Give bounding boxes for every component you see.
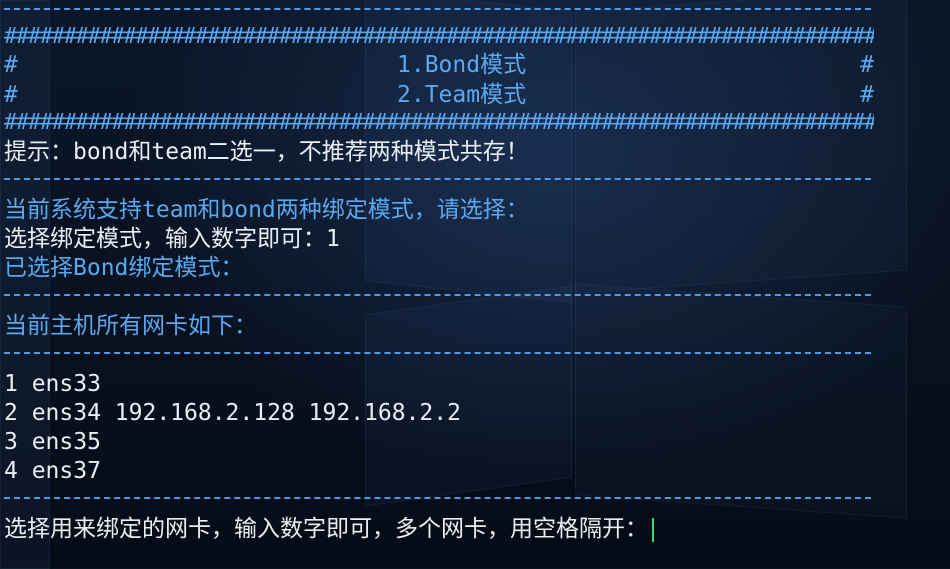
separator-line: [4, 497, 871, 499]
separator-line: [4, 294, 871, 296]
nic-list-item: 1 ens33: [4, 371, 101, 397]
banner-hash-bar-top: ########################################…: [4, 24, 874, 49]
separator-line: [4, 8, 871, 10]
separator-line: [4, 178, 871, 180]
select-mode-line: 选择绑定模式，输入数字即可：1: [4, 224, 340, 254]
selected-notice-line: 已选择Bond绑定模式：: [4, 255, 244, 281]
banner-menu-row-1: # 1.Bond模式 #: [4, 50, 874, 80]
nic-list-header: 当前主机所有网卡如下：: [4, 313, 257, 339]
text-cursor[interactable]: [652, 517, 654, 542]
nic-list-item: 2 ens34 192.168.2.128 192.168.2.2: [4, 400, 461, 426]
banner-menu-row-2: # 2.Team模式 #: [4, 80, 874, 110]
banner-hash-bar-bottom: ########################################…: [4, 110, 874, 135]
menu-item-bond: 1.Bond模式: [397, 52, 527, 78]
banner-hash-left: #: [4, 82, 18, 108]
terminal-output[interactable]: ########################################…: [4, 0, 944, 567]
separator-line: [4, 352, 871, 354]
banner-hash-right: #: [860, 52, 874, 78]
nic-select-prompt: 选择用来绑定的网卡，输入数字即可，多个网卡，用空格隔开：: [4, 516, 648, 542]
menu-item-team: 2.Team模式: [397, 82, 527, 108]
hint-line: 提示：bond和team二选一，不推荐两种模式共存！: [4, 139, 529, 165]
banner-hash-right: #: [860, 82, 874, 108]
nic-list-item: 4 ens37: [4, 458, 101, 484]
select-mode-input: 1: [326, 226, 340, 252]
support-notice-line: 当前系统支持team和bond两种绑定模式，请选择：: [4, 197, 529, 223]
banner-hash-left: #: [4, 52, 18, 78]
select-mode-prompt: 选择绑定模式，输入数字即可：: [4, 226, 326, 252]
nic-select-prompt-line[interactable]: 选择用来绑定的网卡，输入数字即可，多个网卡，用空格隔开：: [4, 514, 654, 544]
nic-list-item: 3 ens35: [4, 429, 101, 455]
